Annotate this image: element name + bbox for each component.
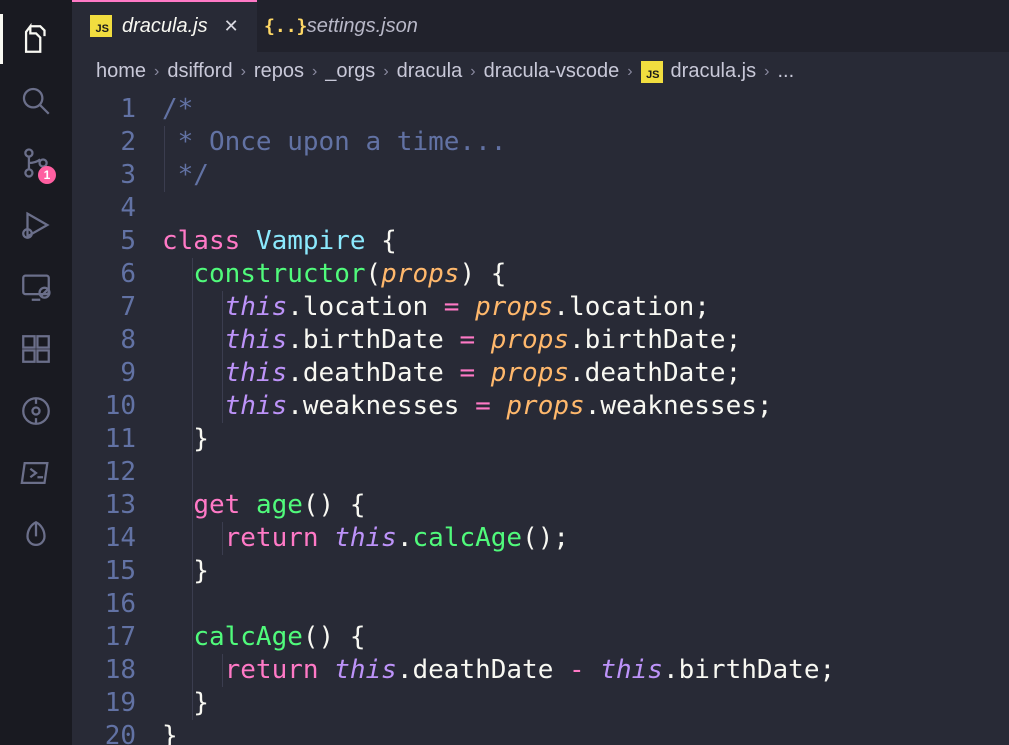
code-line[interactable]: this.deathDate = props.deathDate; bbox=[162, 357, 1009, 390]
run-debug-icon[interactable] bbox=[0, 194, 72, 256]
js-file-icon: JS bbox=[90, 15, 112, 37]
breadcrumb-more[interactable]: ... bbox=[777, 60, 794, 83]
tab-settings-json[interactable]: {..} settings.json bbox=[257, 0, 436, 52]
line-number: 5 bbox=[72, 225, 136, 258]
line-number: 20 bbox=[72, 720, 136, 745]
activity-bar: 1 bbox=[0, 0, 72, 745]
code-line[interactable]: calcAge() { bbox=[162, 621, 1009, 654]
line-number: 18 bbox=[72, 654, 136, 687]
breadcrumb-segment[interactable]: dracula bbox=[397, 60, 463, 83]
tab-label: dracula.js bbox=[122, 15, 208, 38]
line-number: 2 bbox=[72, 126, 136, 159]
breadcrumb-segment[interactable]: _orgs bbox=[325, 60, 375, 83]
code-line[interactable]: } bbox=[162, 687, 1009, 720]
chevron-right-icon: › bbox=[383, 63, 388, 81]
breadcrumb-segment[interactable]: home bbox=[96, 60, 146, 83]
gitlens-icon[interactable] bbox=[0, 380, 72, 442]
line-number-gutter: 1234567891011121314151617181920 bbox=[72, 89, 162, 745]
json-file-icon: {..} bbox=[275, 15, 297, 37]
tab-dracula-js[interactable]: JS dracula.js ✕ bbox=[72, 0, 257, 52]
app-root: 1 JS dracula.js ✕ {..} settings.json home › ds… bbox=[0, 0, 1009, 745]
search-icon[interactable] bbox=[0, 70, 72, 132]
code-line[interactable]: constructor(props) { bbox=[162, 258, 1009, 291]
code-line[interactable]: return this.calcAge(); bbox=[162, 522, 1009, 555]
line-number: 6 bbox=[72, 258, 136, 291]
code-line[interactable]: this.birthDate = props.birthDate; bbox=[162, 324, 1009, 357]
code-line[interactable]: this.weaknesses = props.weaknesses; bbox=[162, 390, 1009, 423]
chevron-right-icon: › bbox=[764, 63, 769, 81]
line-number: 7 bbox=[72, 291, 136, 324]
line-number: 19 bbox=[72, 687, 136, 720]
breadcrumb-segment[interactable]: dsifford bbox=[167, 60, 232, 83]
line-number: 9 bbox=[72, 357, 136, 390]
explorer-icon[interactable] bbox=[0, 8, 72, 70]
line-number: 1 bbox=[72, 93, 136, 126]
chevron-right-icon: › bbox=[154, 63, 159, 81]
remote-explorer-icon[interactable] bbox=[0, 256, 72, 318]
powershell-icon[interactable] bbox=[0, 442, 72, 504]
line-number: 10 bbox=[72, 390, 136, 423]
code-line[interactable] bbox=[162, 192, 1009, 225]
line-number: 4 bbox=[72, 192, 136, 225]
chevron-right-icon: › bbox=[312, 63, 317, 81]
source-control-icon[interactable]: 1 bbox=[0, 132, 72, 194]
line-number: 15 bbox=[72, 555, 136, 588]
code-line[interactable]: */ bbox=[162, 159, 1009, 192]
breadcrumb-file[interactable]: dracula.js bbox=[671, 60, 757, 83]
line-number: 12 bbox=[72, 456, 136, 489]
breadcrumb: home › dsifford › repos › _orgs › dracula › dracul… bbox=[72, 52, 1009, 89]
tab-bar: JS dracula.js ✕ {..} settings.json bbox=[72, 0, 1009, 52]
code-line[interactable]: } bbox=[162, 555, 1009, 588]
editor-group: JS dracula.js ✕ {..} settings.json home › dsif… bbox=[72, 0, 1009, 745]
line-number: 8 bbox=[72, 324, 136, 357]
line-number: 17 bbox=[72, 621, 136, 654]
line-number: 14 bbox=[72, 522, 136, 555]
chevron-right-icon: › bbox=[241, 63, 246, 81]
code-line[interactable] bbox=[162, 588, 1009, 621]
cloud-icon[interactable] bbox=[0, 504, 72, 566]
code-line[interactable]: class Vampire { bbox=[162, 225, 1009, 258]
code-line[interactable]: get age() { bbox=[162, 489, 1009, 522]
scm-badge: 1 bbox=[38, 166, 56, 184]
code-editor[interactable]: 1234567891011121314151617181920 /* * Onc… bbox=[72, 89, 1009, 745]
breadcrumb-segment[interactable]: dracula-vscode bbox=[484, 60, 620, 83]
line-number: 13 bbox=[72, 489, 136, 522]
line-number: 11 bbox=[72, 423, 136, 456]
line-number: 16 bbox=[72, 588, 136, 621]
tab-label: settings.json bbox=[307, 15, 418, 38]
code-line[interactable]: } bbox=[162, 720, 1009, 745]
chevron-right-icon: › bbox=[627, 63, 632, 81]
chevron-right-icon: › bbox=[470, 63, 475, 81]
code-line[interactable]: this.location = props.location; bbox=[162, 291, 1009, 324]
code-content[interactable]: /* * Once upon a time... */ class Vampire… bbox=[162, 89, 1009, 745]
line-number: 3 bbox=[72, 159, 136, 192]
js-file-icon: JS bbox=[641, 61, 663, 83]
close-icon[interactable]: ✕ bbox=[224, 16, 239, 37]
code-line[interactable]: * Once upon a time... bbox=[162, 126, 1009, 159]
extensions-icon[interactable] bbox=[0, 318, 72, 380]
code-line[interactable]: /* bbox=[162, 93, 1009, 126]
code-line[interactable] bbox=[162, 456, 1009, 489]
breadcrumb-segment[interactable]: repos bbox=[254, 60, 304, 83]
code-line[interactable]: return this.deathDate - this.birthDate; bbox=[162, 654, 1009, 687]
code-line[interactable]: } bbox=[162, 423, 1009, 456]
